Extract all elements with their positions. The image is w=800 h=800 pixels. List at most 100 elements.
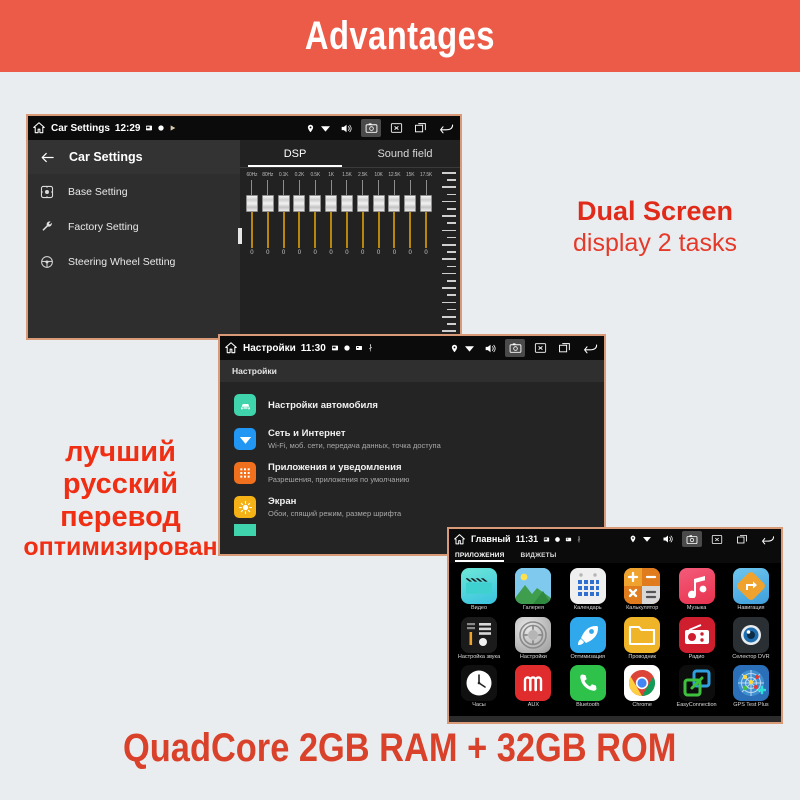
- camera-icon[interactable]: [361, 119, 381, 137]
- eq-slider[interactable]: 0: [339, 180, 355, 256]
- app-gallery[interactable]: Галерея: [509, 568, 557, 612]
- app-dvr-selector[interactable]: Селектор DVR: [727, 616, 775, 661]
- eq-slider-knob[interactable]: [388, 195, 401, 212]
- app-video[interactable]: Видео: [455, 568, 503, 612]
- eq-slider[interactable]: 0: [323, 180, 339, 256]
- settings-row-apps[interactable]: Приложения и уведомления Разрешения, при…: [220, 456, 604, 490]
- eq-slider[interactable]: 0: [402, 180, 418, 256]
- screen2-statusbar: Настройки 11:30: [220, 336, 604, 360]
- sidebar-item-label: Base Setting: [68, 185, 128, 198]
- tab-dsp[interactable]: DSP: [240, 140, 350, 167]
- screen1-body: Car Settings Base Setting Factory Settin…: [28, 140, 460, 338]
- eq-slider[interactable]: 0: [307, 180, 323, 256]
- app-settings[interactable]: Настройки: [509, 616, 557, 661]
- settings-row-network[interactable]: Сеть и Интернет Wi-Fi, моб. сети, переда…: [220, 422, 604, 456]
- record-dot-icon: [343, 344, 351, 352]
- gps-pin-icon[interactable]: [450, 343, 459, 354]
- app-label: Настройка звука: [457, 653, 501, 660]
- gps-pin-icon[interactable]: [629, 534, 637, 544]
- app-sound-settings[interactable]: Настройка звука: [455, 616, 503, 661]
- speaker-icon[interactable]: [657, 531, 677, 547]
- brightness-icon: [40, 185, 54, 199]
- eq-slider-knob[interactable]: [325, 195, 338, 212]
- settings-row-display[interactable]: Экран Обои, спящий режим, размер шрифта: [220, 490, 604, 524]
- app-gps-test-plus[interactable]: GPS Test Plus: [727, 665, 775, 709]
- wifi-icon[interactable]: [320, 124, 331, 133]
- sidebar-item-steering-wheel-setting[interactable]: Steering Wheel Setting: [28, 244, 240, 279]
- dvr-eye-icon: [732, 616, 769, 653]
- eq-slider[interactable]: 0: [276, 180, 292, 256]
- back-arrow-icon[interactable]: [580, 339, 600, 357]
- sidebar-item-base-setting[interactable]: Base Setting: [28, 174, 240, 209]
- eq-slider-knob[interactable]: [404, 195, 417, 212]
- app-label: Проводник: [628, 653, 656, 660]
- tab-applications[interactable]: ПРИЛОЖЕНИЯ: [455, 552, 505, 562]
- tab-widgets[interactable]: ВИДЖЕТЫ: [520, 552, 556, 561]
- eq-slider[interactable]: 0: [355, 180, 371, 256]
- app-label: Настройки: [519, 653, 547, 660]
- speaker-icon[interactable]: [480, 339, 500, 357]
- close-box-icon[interactable]: [530, 339, 550, 357]
- wifi-icon[interactable]: [642, 535, 652, 543]
- camera-icon[interactable]: [505, 339, 525, 357]
- eq-left-handle[interactable]: [238, 228, 242, 244]
- steering-wheel-icon: [40, 255, 54, 269]
- app-optimization[interactable]: Оптимизация: [564, 616, 612, 661]
- eq-slider-knob[interactable]: [420, 195, 433, 212]
- wifi-icon[interactable]: [464, 344, 475, 353]
- camera-icon[interactable]: [682, 531, 702, 547]
- sidebar-item-factory-setting[interactable]: Factory Setting: [28, 209, 240, 244]
- recent-apps-icon[interactable]: [411, 119, 431, 137]
- eq-slider[interactable]: 0: [386, 180, 402, 256]
- close-box-icon[interactable]: [386, 119, 406, 137]
- settings-row-car[interactable]: Настройки автомобиля: [220, 388, 604, 422]
- recent-apps-icon[interactable]: [555, 339, 575, 357]
- close-box-icon[interactable]: [707, 531, 727, 547]
- eq-slider[interactable]: 0: [418, 180, 434, 256]
- app-calendar[interactable]: Календарь: [564, 568, 612, 612]
- sound-mixer-icon: [461, 616, 497, 653]
- eq-slider-knob[interactable]: [277, 195, 290, 212]
- eq-slider-knob[interactable]: [340, 195, 353, 212]
- eq-slider-value: 0: [266, 250, 270, 256]
- app-navigation[interactable]: Навигация: [727, 568, 775, 612]
- app-label: Bluetooth: [576, 702, 600, 708]
- app-file-manager[interactable]: Проводник: [618, 616, 666, 661]
- app-chrome[interactable]: Chrome: [618, 665, 666, 709]
- eq-slider-value: 0: [361, 250, 365, 256]
- app-clock[interactable]: Часы: [455, 665, 503, 709]
- eq-slider-knob[interactable]: [261, 195, 274, 212]
- app-easyconnection[interactable]: EasyConnection: [673, 665, 721, 709]
- eq-slider[interactable]: 0: [371, 180, 387, 256]
- screen2-title: Настройки: [243, 342, 296, 354]
- home-icon[interactable]: [453, 533, 466, 546]
- sd-card-icon: [543, 536, 550, 543]
- footer-callout: QuadCore 2GB RAM + 32GB ROM: [0, 726, 800, 771]
- eq-slider-knob[interactable]: [309, 195, 322, 212]
- app-calculator[interactable]: Калькулятор: [618, 568, 666, 612]
- eq-slider[interactable]: 0: [291, 180, 307, 256]
- speaker-icon[interactable]: [336, 119, 356, 137]
- app-bluetooth[interactable]: Bluetooth: [564, 665, 612, 709]
- eq-slider-knob[interactable]: [372, 195, 385, 212]
- back-arrow-icon[interactable]: [40, 151, 55, 164]
- eq-slider-knob[interactable]: [293, 195, 306, 212]
- home-icon[interactable]: [224, 341, 238, 355]
- eq-slider-knob[interactable]: [245, 195, 258, 212]
- eq-slider[interactable]: 0: [260, 180, 276, 256]
- tab-sound-field[interactable]: Sound field: [350, 140, 460, 167]
- settings-row-text: Приложения и уведомления Разрешения, при…: [268, 462, 409, 484]
- eq-slider[interactable]: 0: [244, 180, 260, 256]
- home-icon[interactable]: [32, 121, 46, 135]
- app-aux[interactable]: AUX: [509, 665, 557, 709]
- app-radio[interactable]: Радио: [673, 616, 721, 661]
- app-music[interactable]: Музыка: [673, 568, 721, 612]
- gps-pin-icon[interactable]: [306, 123, 315, 134]
- back-arrow-icon[interactable]: [436, 119, 456, 137]
- easyconnect-icon: [678, 665, 715, 701]
- app-label: Навигация: [737, 605, 765, 611]
- back-arrow-icon[interactable]: [757, 531, 777, 547]
- eq-slider-knob[interactable]: [356, 195, 369, 212]
- recent-apps-icon[interactable]: [732, 531, 752, 547]
- apps-grid-icon: [234, 462, 256, 484]
